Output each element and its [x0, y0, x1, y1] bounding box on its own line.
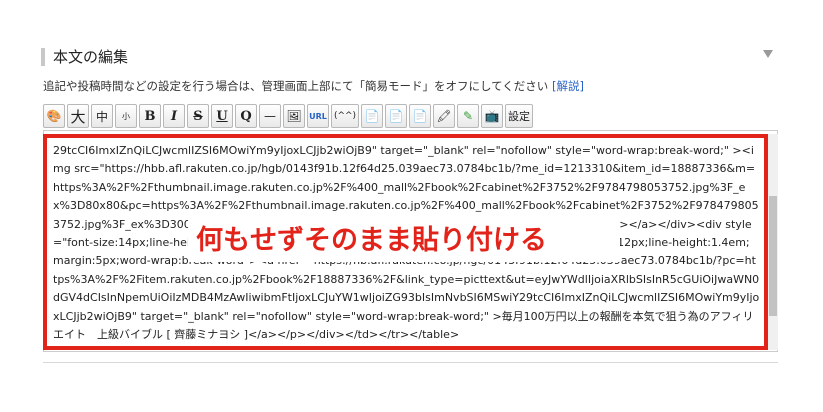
marker-icon[interactable]: 🖍	[433, 104, 455, 128]
doc-plain-icon[interactable]: 📄	[409, 104, 431, 128]
image-icon[interactable]: 🖼	[283, 104, 305, 128]
scroll-thumb[interactable]	[769, 196, 777, 316]
font-small-button[interactable]: 小	[115, 104, 137, 128]
hint-text: 追記や投稿時間などの設定を行う場合は、管理画面上部にて「簡易モード」をオフにして…	[43, 79, 552, 93]
section-title: 本文の編集	[53, 48, 129, 66]
underline-button[interactable]: U	[211, 104, 233, 128]
italic-button[interactable]: I	[163, 104, 185, 128]
section-accent-bar	[41, 48, 45, 66]
settings-button[interactable]: 設定	[505, 104, 533, 128]
doc-a-icon[interactable]: 📄	[385, 104, 407, 128]
divider	[43, 362, 778, 363]
help-link[interactable]: [解説]	[552, 79, 584, 93]
palette-icon[interactable]: 🎨	[43, 104, 65, 128]
font-medium-button[interactable]: 中	[91, 104, 113, 128]
fc2-tv-icon[interactable]: 📺	[481, 104, 503, 128]
pen-icon[interactable]: ✎	[457, 104, 479, 128]
bold-button[interactable]: B	[139, 104, 161, 128]
horizontal-rule-button[interactable]: —	[259, 104, 281, 128]
doc-d-icon[interactable]: 📄	[361, 104, 383, 128]
strikethrough-button[interactable]: S	[187, 104, 209, 128]
section-header: 本文の編集	[41, 46, 781, 68]
emoticon-button[interactable]: (^^)	[331, 104, 359, 128]
url-button[interactable]: URL	[307, 104, 329, 128]
editor-scrollbar[interactable]	[768, 134, 778, 350]
editor-toolbar: 🎨 大 中 小 B I S U Q — 🖼 URL (^^) 📄 📄 📄 🖍 ✎…	[43, 104, 533, 130]
collapse-triangle-icon[interactable]	[763, 50, 773, 58]
editor-hint: 追記や投稿時間などの設定を行う場合は、管理画面上部にて「簡易モード」をオフにして…	[43, 78, 584, 94]
overlay-instruction: 何もせずそのまま貼り付ける	[196, 225, 547, 256]
quote-button[interactable]: Q	[235, 104, 257, 128]
font-large-button[interactable]: 大	[67, 104, 89, 128]
